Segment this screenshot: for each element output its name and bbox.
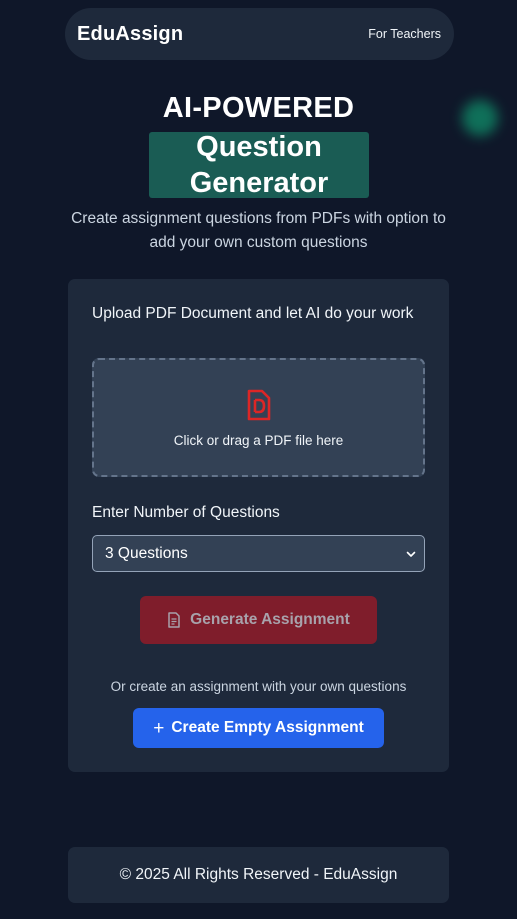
document-icon [168, 612, 180, 628]
create-empty-assignment-label: Create Empty Assignment [171, 719, 364, 736]
hero-highlight: Question Generator [149, 131, 369, 199]
pdf-file-icon [247, 389, 270, 421]
generate-assignment-label: Generate Assignment [190, 611, 350, 628]
upload-label: Upload PDF Document and let AI do your w… [92, 305, 414, 322]
generator-card: Upload PDF Document and let AI do your w… [68, 279, 449, 772]
dropzone-text: Click or drag a PDF file here [173, 433, 344, 448]
brand-logo[interactable]: EduAssign [77, 23, 183, 46]
plus-icon: + [153, 717, 165, 739]
hero-subtitle: Create assignment questions from PDFs wi… [71, 210, 446, 251]
create-empty-assignment-button[interactable]: + Create Empty Assignment [133, 708, 384, 748]
footer: © 2025 All Rights Reserved - EduAssign [68, 847, 449, 903]
pdf-dropzone[interactable]: Click or drag a PDF file here [92, 358, 425, 477]
question-count-label: Enter Number of Questions [92, 504, 280, 521]
question-count-value: 3 Questions [105, 544, 188, 562]
navbar: EduAssign For Teachers [65, 8, 454, 60]
nav-link-for-teachers[interactable]: For Teachers [368, 27, 441, 41]
chevron-down-icon [406, 551, 416, 557]
generate-assignment-button[interactable]: Generate Assignment [140, 596, 377, 644]
footer-text: © 2025 All Rights Reserved - EduAssign [119, 866, 398, 883]
question-count-select[interactable]: 3 Questions [92, 535, 425, 572]
hero-title: AI-POWERED [162, 92, 355, 124]
or-create-text: Or create an assignment with your own qu… [110, 679, 407, 694]
